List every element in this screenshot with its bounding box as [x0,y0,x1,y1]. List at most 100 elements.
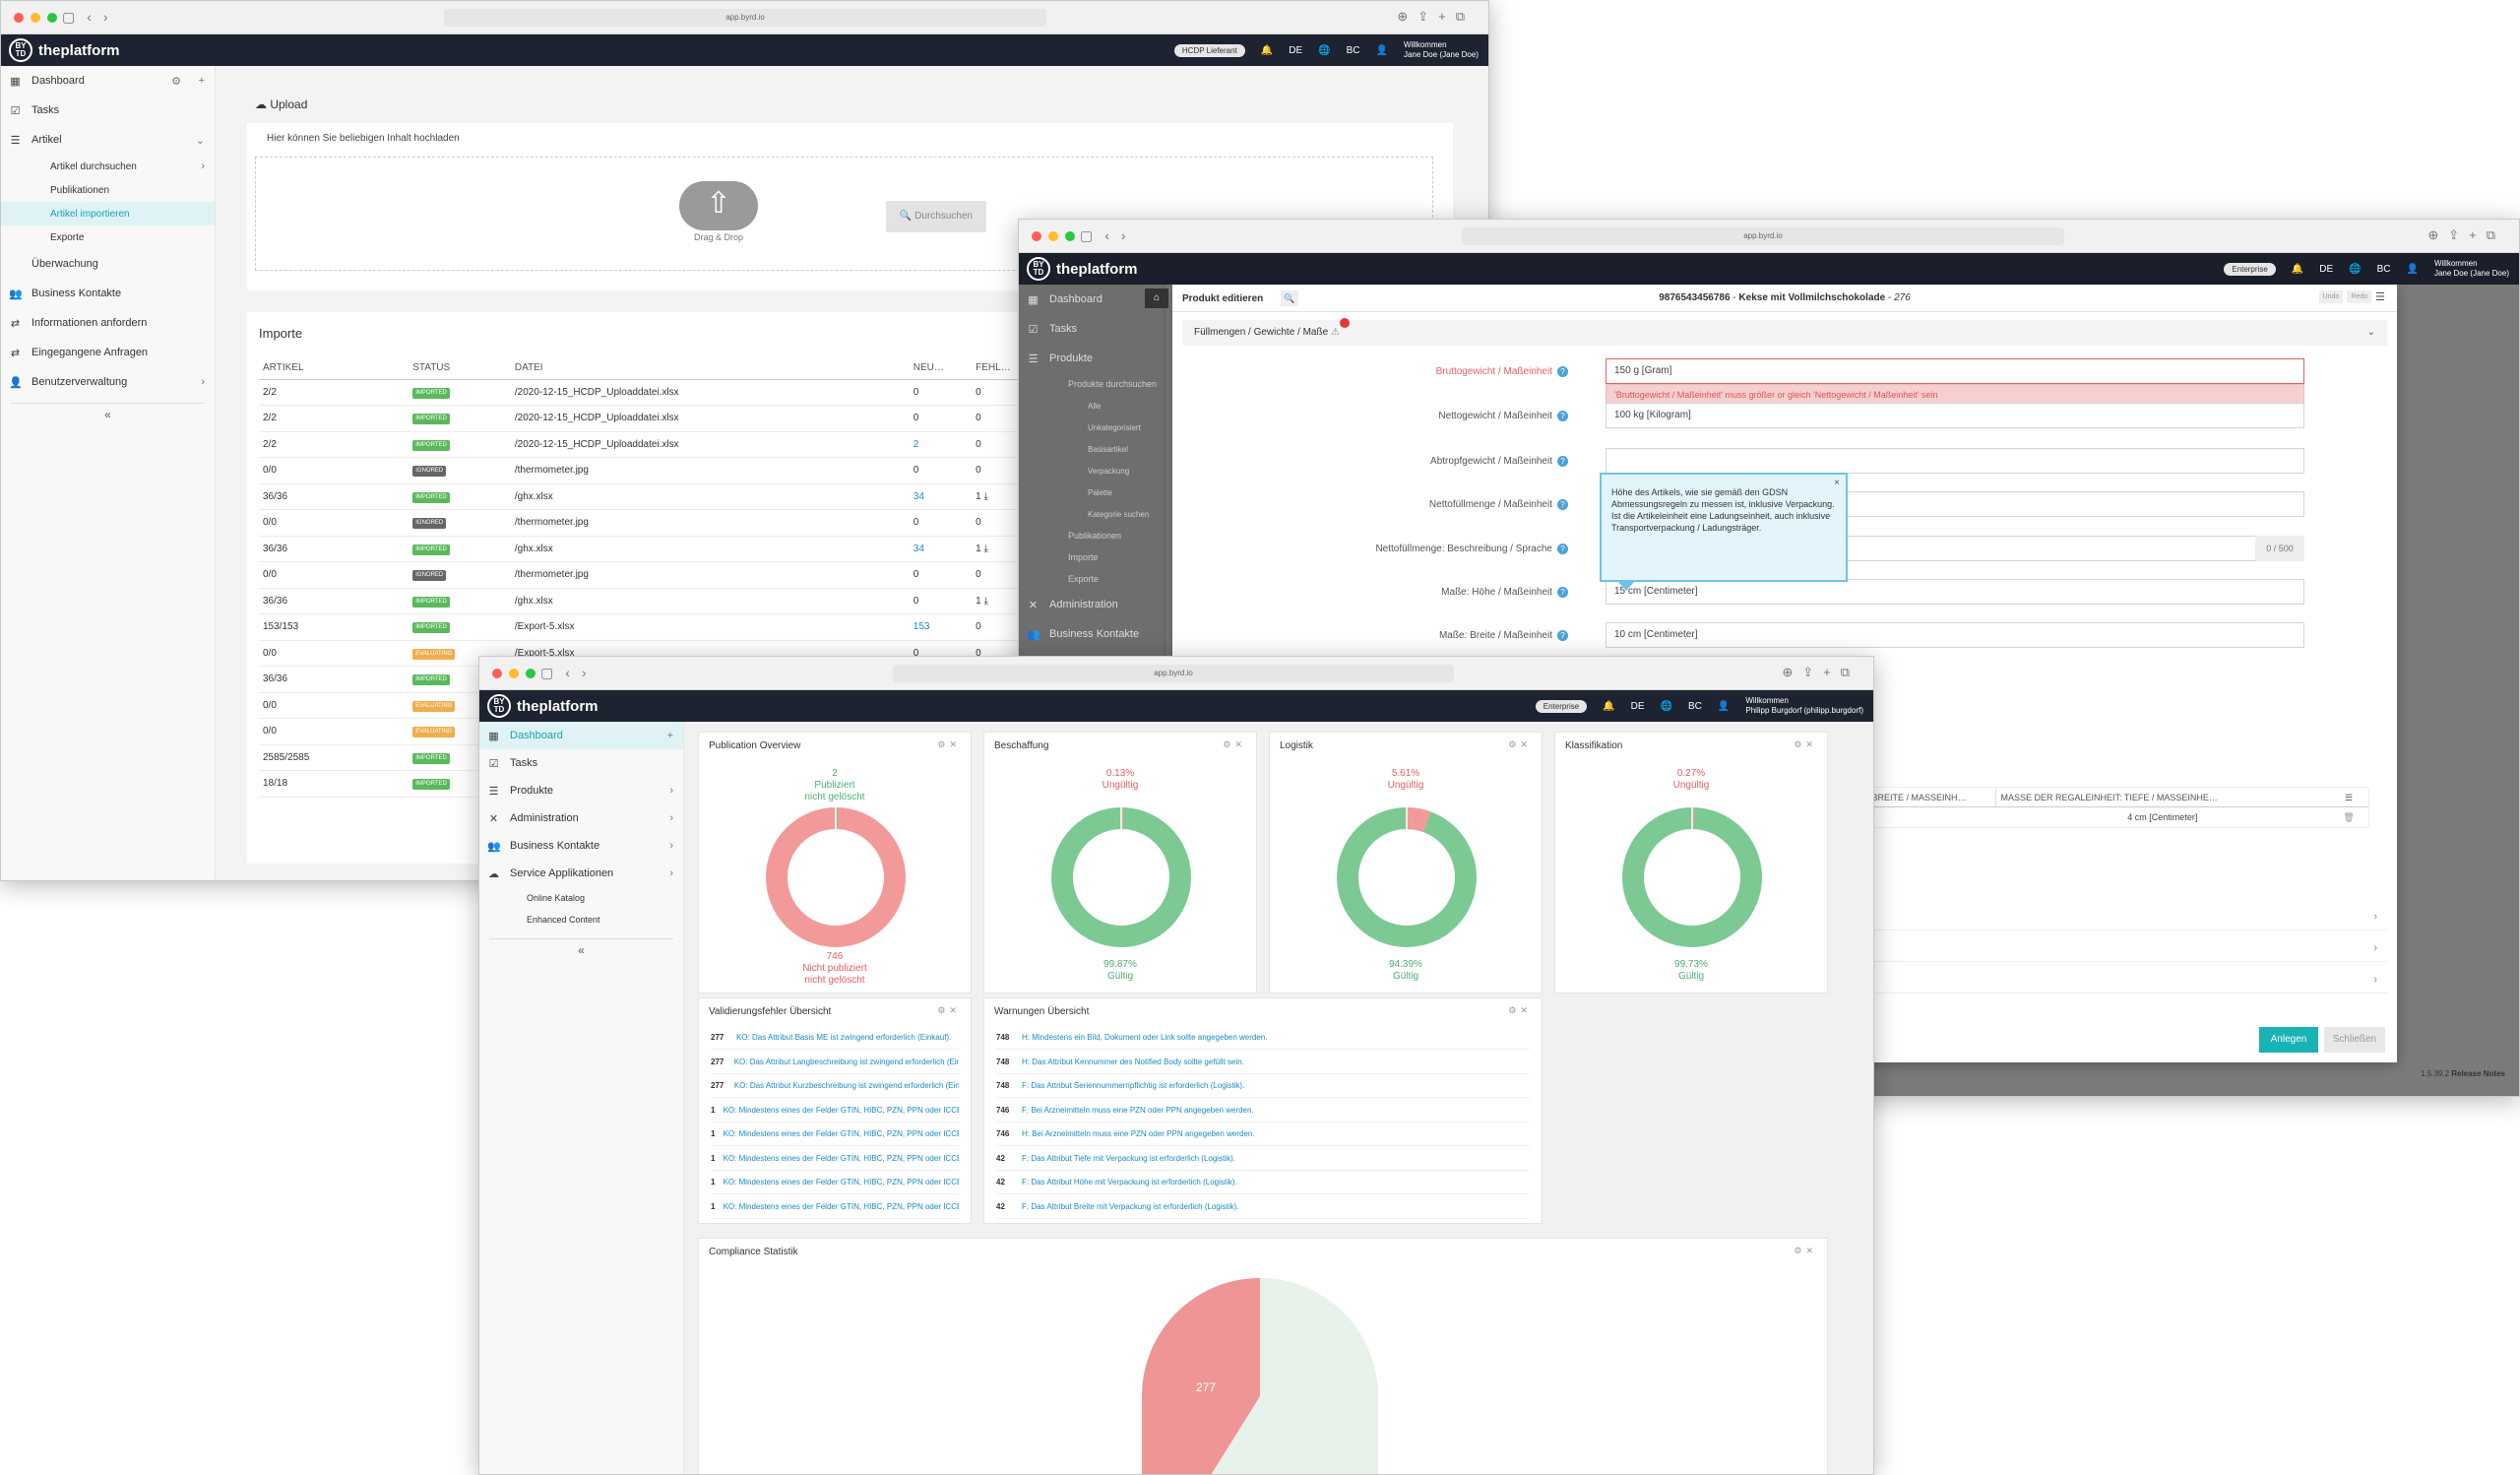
browser-nav-icons[interactable]: ▢‹› [62,9,120,26]
columns-icon[interactable]: ☰ [2329,788,2368,806]
file-name[interactable]: /2020-12-15_HCDP_Uploaddatei.xlsx [510,431,910,458]
sidebar-sub-item-2[interactable]: Artikel importieren [1,202,215,225]
sidebar-item-1[interactable]: ☑ Tasks [1,96,215,125]
address-bar[interactable]: app.byrd.io [893,665,1454,682]
collapse-sidebar-button[interactable]: « [489,938,673,957]
logo[interactable]: BY TD theplatform [487,694,598,718]
sidebar-item-2[interactable]: ☰ Produkte › [479,777,683,804]
bell-icon[interactable]: 🔔 [1603,701,1614,712]
avatar[interactable]: 👤 [1718,701,1730,712]
sidebar-item-5[interactable]: ☁ Service Applikationen › [479,860,683,887]
user-name[interactable]: Jane Doe (Jane Doe) [1404,50,1479,60]
redo-button[interactable]: Redo [2347,290,2372,303]
sidebar-item-2[interactable]: ☰ Produkte [1019,344,1166,373]
card-settings-icon[interactable]: ⚙✕ [937,1005,961,1016]
collapsed-section-2[interactable]: › [1858,936,2387,962]
save-button[interactable]: Anlegen [2259,1027,2318,1053]
field-input[interactable]: 15 cm [Centimeter] [1606,579,2304,605]
address-bar[interactable]: app.byrd.io [1462,227,2064,245]
chevron-down-icon[interactable]: ⌄ [196,134,205,147]
file-name[interactable]: /Export-5.xlsx [510,613,910,641]
browser-actions[interactable]: ⊕⇪+⧉ [1397,9,1475,25]
sidebar-sub-item-1[interactable]: Publikationen [1,178,215,202]
address-bar[interactable]: app.byrd.io [444,9,1046,27]
close-button[interactable]: Schließen [2324,1027,2385,1053]
list-item[interactable]: 42 F: Das Attribut Breite mit Verpackung … [996,1195,1530,1219]
sidebar-sub-item-4[interactable]: Verpackung [1019,460,1166,481]
browser-nav-icons[interactable]: ▢‹› [1080,227,1138,244]
browse-button[interactable]: 🔍 Durchsuchen [886,201,986,232]
window-controls[interactable] [14,13,57,23]
list-item[interactable]: 277 KO: Das Attribut Langbeschreibung ist… [711,1051,959,1074]
column-header[interactable]: STATUS [409,357,511,380]
list-item[interactable]: 277 KO: Das Attribut Kurzbeschreibung ist… [711,1074,959,1098]
globe-icon[interactable]: 🌐 [1661,701,1672,712]
column-header[interactable]: DATEI [510,357,910,380]
close-icon[interactable]: × [1834,478,1840,489]
help-icon[interactable]: ? [1557,366,1568,377]
browser-nav-icons[interactable]: ▢‹› [540,665,598,681]
sidebar-item-1[interactable]: ☑ Tasks [1019,314,1166,344]
sidebar-item-administration[interactable]: ✕ Administration [1019,590,1166,619]
language-switch[interactable]: DE [2319,264,2333,275]
card-settings-icon[interactable]: ⚙✕ [1794,1246,1817,1256]
list-item[interactable]: 42 F: Das Attribut Tiefe mit Verpackung i… [996,1147,1530,1171]
card-settings-icon[interactable]: ⚙✕ [1508,739,1532,750]
user-name[interactable]: Philipp Burgdorf (philipp.burgdorf) [1745,706,1863,716]
sidebar-item-more-4[interactable]: 👤 Benutzerverwaltung › [1,367,215,397]
sidebar-sub-item-7[interactable]: Publikationen [1019,525,1166,546]
sidebar-sub-item-8[interactable]: Importe [1019,546,1166,568]
sidebar-item-more-0[interactable]: Überwachung [1,249,215,279]
avatar[interactable]: 👤 [1376,45,1388,56]
window-controls[interactable] [492,669,536,678]
list-item[interactable]: 748 H: Mindestens ein Bild, Dokument oder… [996,1026,1530,1050]
sidebar-sub-item-2[interactable]: Unkategorisiert [1019,417,1166,438]
file-name[interactable]: /thermometer.jpg [510,457,910,484]
list-item[interactable]: 42 F: Das Attribut Höhe mit Verpackung is… [996,1171,1530,1194]
logo[interactable]: BY TD theplatform [9,38,120,62]
file-name[interactable]: /ghx.xlsx [510,588,910,614]
list-item[interactable]: 748 H: Das Attribut Kennummer des Notifie… [996,1051,1530,1074]
collapse-sidebar-button[interactable]: « [11,403,205,421]
globe-icon[interactable]: 🌐 [1318,45,1330,56]
company-switch[interactable]: BC [1688,701,1702,712]
company-switch[interactable]: BC [2377,264,2391,275]
add-icon[interactable]: + [667,730,673,741]
language-switch[interactable]: DE [1631,701,1645,712]
list-item[interactable]: 748 F: Das Attribut Seriennummernpflichti… [996,1074,1530,1098]
browser-actions[interactable]: ⊕⇪+⧉ [2427,227,2505,243]
sidebar-item-2[interactable]: ☰ Artikel ⌄ [1,125,215,155]
chevron-down-icon[interactable]: ⌄ [2367,320,2375,346]
sidebar-sub-item-3[interactable]: Basisartikel [1019,438,1166,460]
list-item[interactable]: 746 F: Bei Arzneimitteln muss eine PZN od… [996,1099,1530,1122]
menu-icon[interactable]: ☰ [2375,290,2385,303]
bell-icon[interactable]: 🔔 [2292,264,2303,275]
card-settings-icon[interactable]: ⚙✕ [1508,1005,1532,1016]
file-name[interactable]: /ghx.xlsx [510,536,910,562]
card-settings-icon[interactable]: ⚙✕ [1223,739,1246,750]
sidebar-sub-item-6[interactable]: Kategorie suchen [1019,503,1166,525]
list-item[interactable]: 1 KO: Mindestens eines der Felder GTIN, H… [711,1147,959,1171]
list-item[interactable]: 746 H: Bei Arzneimitteln muss eine PZN od… [996,1122,1530,1146]
sidebar-sub-item-9[interactable]: Exporte [1019,568,1166,590]
card-settings-icon[interactable]: ⚙✕ [1794,739,1817,750]
list-item[interactable]: 1 KO: Mindestens eines der Felder GTIN, H… [711,1122,959,1146]
collapsed-section-1[interactable]: › [1858,905,2387,930]
undo-button[interactable]: Undo [2318,290,2344,303]
file-name[interactable]: /2020-12-15_HCDP_Uploaddatei.xlsx [510,379,910,406]
add-icon[interactable]: + [199,75,205,87]
browser-actions[interactable]: ⊕⇪+⧉ [1782,665,1859,680]
sidebar-item-4[interactable]: 👥 Business Kontakte › [479,832,683,860]
release-notes-link[interactable]: Release Notes [2451,1069,2505,1078]
avatar[interactable]: 👤 [2407,264,2419,275]
file-name[interactable]: /ghx.xlsx [510,483,910,510]
gear-icon[interactable]: ⚙ [171,75,181,88]
card-settings-icon[interactable]: ⚙✕ [937,739,961,750]
file-name[interactable]: /thermometer.jpg [510,561,910,589]
sidebar-item-1[interactable]: ☑ Tasks [479,749,683,777]
column-header[interactable]: ARTIKEL [259,357,410,380]
sidebar-item-more-2[interactable]: ⇄ Informationen anfordern [1,308,215,338]
file-name[interactable]: /thermometer.jpg [510,509,910,537]
list-item[interactable]: 1 KO: Mindestens eines der Felder GTIN, H… [711,1099,959,1122]
field-input[interactable]: 150 g [Gram] [1606,358,2304,384]
